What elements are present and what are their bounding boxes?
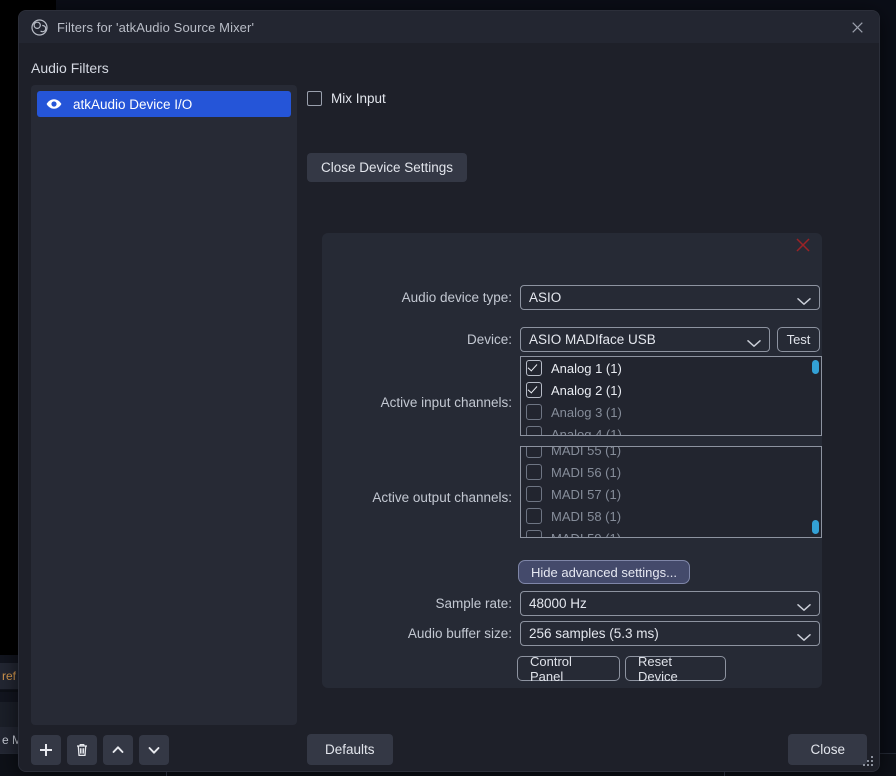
close-dialog-button[interactable]: Close (788, 734, 867, 765)
chevron-down-icon (797, 629, 811, 638)
reset-device-button[interactable]: Reset Device (625, 656, 726, 681)
channel-name: MADI 55 (1) (551, 446, 621, 458)
control-panel-label: Control Panel (530, 654, 607, 684)
channel-checkbox[interactable] (526, 360, 542, 376)
device-select[interactable]: ASIO MADIface USB (520, 327, 770, 352)
mix-input-checkbox[interactable] (307, 91, 322, 106)
channel-row[interactable]: Analog 1 (1) (521, 357, 821, 379)
close-device-settings-label: Close Device Settings (321, 160, 453, 175)
panel-close-icon[interactable] (796, 238, 814, 256)
device-value: ASIO MADIface USB (529, 332, 656, 347)
move-filter-up-button[interactable] (103, 735, 133, 765)
mix-input-checkbox-row[interactable]: Mix Input (307, 91, 386, 106)
channel-checkbox[interactable] (526, 530, 542, 538)
sample-rate-label: Sample rate: (342, 596, 512, 611)
channel-name: MADI 58 (1) (551, 509, 621, 524)
input-channels-scrollbar[interactable] (812, 360, 819, 374)
obs-logo-icon (31, 19, 48, 36)
channel-row[interactable]: MADI 55 (1) (521, 446, 821, 461)
channel-checkbox[interactable] (526, 382, 542, 398)
active-output-channels-label: Active output channels: (312, 490, 512, 505)
dialog-title: Filters for 'atkAudio Source Mixer' (57, 20, 254, 35)
filters-dialog: Filters for 'atkAudio Source Mixer' Audi… (18, 10, 880, 772)
channel-row[interactable]: Analog 2 (1) (521, 379, 821, 401)
sample-rate-value: 48000 Hz (529, 596, 587, 611)
reset-device-label: Reset Device (638, 654, 713, 684)
dialog-body: Audio Filters atkAudio Device I/O (19, 43, 879, 771)
test-button-label: Test (787, 332, 811, 347)
channel-checkbox[interactable] (526, 426, 542, 436)
device-settings-panel: Audio device type: ASIO Device: ASIO MAD… (322, 233, 822, 688)
audio-device-type-value: ASIO (529, 290, 561, 305)
sample-rate-select[interactable]: 48000 Hz (520, 591, 820, 616)
eye-icon[interactable] (45, 95, 63, 113)
channel-name: Analog 4 (1) (551, 427, 622, 437)
screen: ref e M ↻ ⚙ -60-55-50-45-40-35-30-25-20-… (0, 0, 896, 776)
channel-name: Analog 3 (1) (551, 405, 622, 420)
channel-name: MADI 56 (1) (551, 465, 621, 480)
test-device-button[interactable]: Test (777, 327, 820, 352)
close-label: Close (810, 742, 845, 757)
channel-row[interactable]: Analog 4 (1) (521, 423, 821, 436)
mix-input-label: Mix Input (331, 91, 386, 106)
chevron-down-icon (747, 335, 761, 344)
chevron-down-icon (797, 293, 811, 302)
filters-list-toolbar (31, 735, 169, 765)
channel-row[interactable]: MADI 59 (1) (521, 527, 821, 538)
output-channels-scrollbar[interactable] (812, 520, 819, 534)
active-output-channels-list[interactable]: MADI 55 (1) MADI 56 (1) MADI 57 (1) MADI 58… (520, 446, 822, 538)
remove-filter-button[interactable] (67, 735, 97, 765)
active-input-channels-list[interactable]: Analog 1 (1) Analog 2 (1) Analog 3 (1) Anal… (520, 356, 822, 436)
toggle-advanced-settings-button[interactable]: Hide advanced settings... (518, 560, 690, 584)
dialog-titlebar[interactable]: Filters for 'atkAudio Source Mixer' (19, 11, 879, 43)
audio-buffer-size-select[interactable]: 256 samples (5.3 ms) (520, 621, 820, 646)
audio-device-type-label: Audio device type: (342, 290, 512, 305)
active-input-channels-label: Active input channels: (312, 395, 512, 410)
channel-name: MADI 57 (1) (551, 487, 621, 502)
audio-filters-heading: Audio Filters (31, 60, 109, 76)
audio-buffer-size-label: Audio buffer size: (342, 626, 512, 641)
move-filter-down-button[interactable] (139, 735, 169, 765)
filter-list-item[interactable]: atkAudio Device I/O (37, 91, 291, 117)
channel-row[interactable]: MADI 58 (1) (521, 505, 821, 527)
device-label: Device: (342, 332, 512, 347)
channel-checkbox[interactable] (526, 464, 542, 480)
channel-name: Analog 2 (1) (551, 383, 622, 398)
defaults-label: Defaults (325, 742, 375, 757)
channel-row[interactable]: MADI 57 (1) (521, 483, 821, 505)
resize-grip[interactable] (863, 756, 875, 768)
add-filter-button[interactable] (31, 735, 61, 765)
control-panel-button[interactable]: Control Panel (517, 656, 620, 681)
channel-checkbox[interactable] (526, 404, 542, 420)
channel-name: Analog 1 (1) (551, 361, 622, 376)
channel-name: MADI 59 (1) (551, 531, 621, 539)
audio-device-type-select[interactable]: ASIO (520, 285, 820, 310)
filter-name: atkAudio Device I/O (73, 97, 192, 112)
channel-row[interactable]: Analog 3 (1) (521, 401, 821, 423)
channel-row[interactable]: MADI 56 (1) (521, 461, 821, 483)
advanced-toggle-label: Hide advanced settings... (531, 565, 677, 580)
channel-checkbox[interactable] (526, 486, 542, 502)
channel-checkbox[interactable] (526, 508, 542, 524)
window-close-button[interactable] (835, 11, 879, 43)
filters-list[interactable]: atkAudio Device I/O (31, 85, 297, 725)
audio-buffer-size-value: 256 samples (5.3 ms) (529, 626, 659, 641)
chevron-down-icon (797, 599, 811, 608)
defaults-button[interactable]: Defaults (307, 734, 393, 765)
channel-checkbox[interactable] (526, 446, 542, 458)
close-device-settings-button[interactable]: Close Device Settings (307, 153, 467, 182)
